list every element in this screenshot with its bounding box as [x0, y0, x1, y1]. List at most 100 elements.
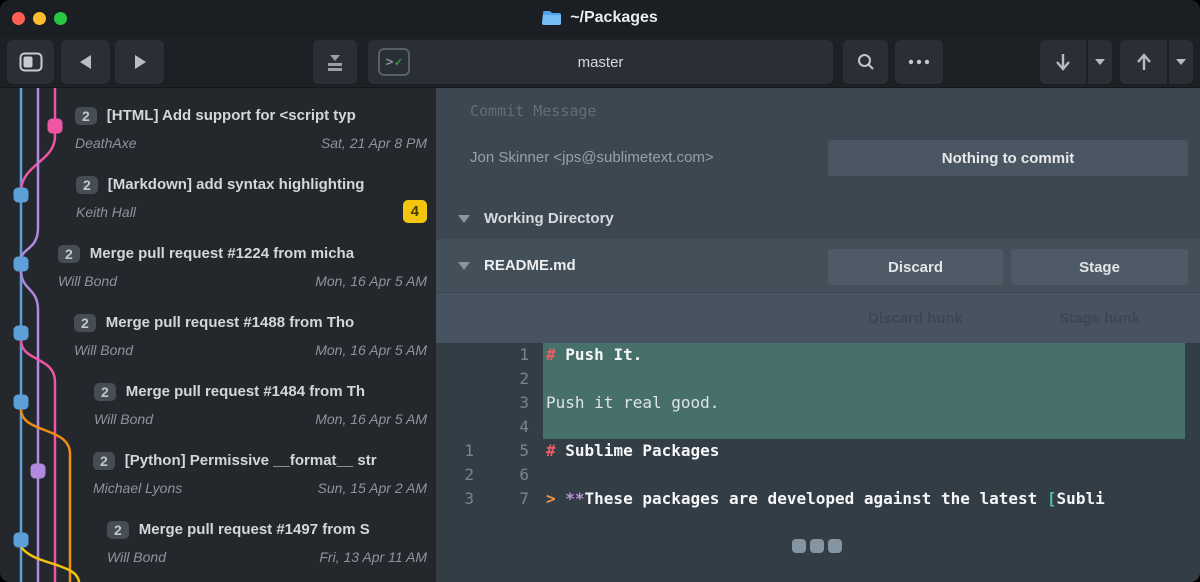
back-button[interactable] [61, 40, 110, 84]
sidebar-toggle-icon [19, 52, 43, 72]
syntax-token: Push It. [556, 345, 643, 364]
commit-parent-count-badge: 2 [107, 521, 129, 539]
commit-author: Michael Lyons [93, 480, 182, 496]
commit-parent-count-badge: 2 [75, 107, 97, 125]
commit-author-label: Jon Skinner <jps@sublimetext.com> [470, 149, 714, 166]
forward-arrow-icon [133, 54, 147, 70]
search-button[interactable] [843, 40, 888, 84]
push-button[interactable] [1120, 40, 1167, 84]
diff-line[interactable]: 3 Push it real good. [436, 391, 1200, 415]
commit-row[interactable]: 2 Merge pull request #1497 from S Will Bon… [0, 516, 436, 572]
syntax-token: Push it real good. [546, 393, 719, 412]
terminal-status-icon: >✓ [378, 48, 410, 76]
push-up-arrow-icon [1136, 53, 1152, 71]
diff-line[interactable]: 2 [436, 367, 1200, 391]
diff-view: 1# Push It.23 Push it real good. 415 # Subl… [436, 343, 1200, 582]
stash-button[interactable] [313, 40, 357, 84]
window-title: ~/Packages [570, 9, 658, 27]
commit-parent-count-badge: 2 [94, 383, 116, 401]
syntax-token: Subli [1057, 489, 1105, 508]
app-window: ~/Packages [0, 0, 1200, 582]
ellipsis-icon [908, 59, 930, 65]
commit-count-badge: 4 [403, 200, 427, 223]
commit-row[interactable]: 2 Merge pull request #1224 from micha Will… [0, 240, 436, 296]
branch-selector[interactable]: >✓ master [368, 40, 833, 84]
commit-row[interactable]: 2[Markdown] add syntax highlightingKeith… [0, 171, 436, 227]
discard-hunk-button[interactable]: Discard hunk [828, 293, 1003, 344]
file-row-readme[interactable]: README.md Discard Stage [436, 239, 1200, 292]
chevron-down-icon [1095, 59, 1105, 65]
commit-button[interactable]: Nothing to commit [828, 140, 1188, 176]
more-options-button[interactable] [895, 40, 943, 84]
commit-author: Will Bond [58, 273, 117, 289]
dot-icon [792, 539, 806, 553]
commit-list-panel: 2[HTML] Add support for <script typDeath… [0, 88, 436, 582]
push-options-button[interactable] [1169, 40, 1192, 84]
pull-down-arrow-icon [1055, 53, 1071, 71]
syntax-token: > [546, 489, 565, 508]
commit-title: [HTML] Add support for <script typ [107, 107, 356, 124]
hunk-header-bar: Discard hunk Stage hunk [436, 292, 1200, 343]
new-line-number: 2 [474, 367, 529, 391]
close-window-button[interactable] [12, 12, 25, 25]
commit-title: Merge pull request #1484 from Th [126, 383, 365, 400]
chevron-down-icon [1176, 59, 1186, 65]
syntax-token: ** [565, 489, 584, 508]
back-arrow-icon [79, 54, 93, 70]
code-text: # Sublime Packages [543, 439, 1185, 463]
pull-button[interactable] [1040, 40, 1086, 84]
commit-date: Mon, 16 Apr 5 AM [315, 342, 427, 358]
zoom-window-button[interactable] [54, 12, 67, 25]
pull-button-group [1040, 40, 1112, 84]
commit-message-area: Commit Message Jon Skinner <jps@sublimet… [436, 88, 1200, 198]
forward-button[interactable] [115, 40, 164, 84]
diff-line[interactable]: 26 [436, 463, 1200, 487]
commit-row[interactable]: 2[HTML] Add support for <script typDeath… [0, 102, 436, 158]
commit-row[interactable]: 2Merge pull request #1488 from ThoWill B… [0, 309, 436, 365]
diff-line[interactable]: 1# Push It. [436, 343, 1200, 367]
stage-hunk-button[interactable]: Stage hunk [1011, 293, 1188, 344]
working-directory-label: Working Directory [484, 210, 614, 227]
toggle-sidebar-button[interactable] [7, 40, 54, 84]
commit-author: Will Bond [74, 342, 133, 358]
code-text: Push it real good. [543, 391, 1185, 415]
commit-author: Keith Hall [76, 204, 136, 220]
commit-row[interactable]: 2[Python] Permissive __format__ strMicha… [0, 447, 436, 503]
syntax-token: [ [1047, 489, 1057, 508]
diff-line[interactable]: 15 # Sublime Packages [436, 439, 1200, 463]
push-button-group [1120, 40, 1193, 84]
commit-date: Sun, 15 Apr 2 AM [318, 480, 427, 496]
commit-parent-count-badge: 2 [93, 452, 115, 470]
dot-icon [810, 539, 824, 553]
stage-file-button[interactable]: Stage [1011, 249, 1188, 285]
pull-options-button[interactable] [1088, 40, 1112, 84]
toolbar: >✓ master [0, 36, 1200, 88]
commit-title: Merge pull request #1497 from S [139, 521, 370, 538]
discard-file-button[interactable]: Discard [828, 249, 1003, 285]
commit-title: Merge pull request #1224 from micha [90, 245, 354, 262]
syntax-token: # [546, 441, 556, 460]
commit-message-input[interactable]: Commit Message [470, 102, 596, 120]
commit-date: Mon, 16 Apr 5 AM [315, 411, 427, 427]
new-line-number: 3 [474, 391, 529, 415]
commit-date: Sat, 21 Apr 8 PM [321, 135, 427, 151]
current-branch-label: master [578, 54, 624, 71]
new-line-number: 5 [474, 439, 529, 463]
old-line-number: 1 [436, 439, 474, 463]
commit-author: Will Bond [107, 549, 166, 565]
commit-parent-count-badge: 2 [58, 245, 80, 263]
commit-title: Merge pull request #1488 from Tho [106, 314, 354, 331]
commit-row[interactable]: 2Merge pull request #1484 from ThWill Bo… [0, 378, 436, 434]
commit-title: [Markdown] add syntax highlighting [108, 176, 365, 193]
working-directory-header[interactable]: Working Directory [436, 198, 1200, 239]
commit-detail-panel: Commit Message Jon Skinner <jps@sublimet… [436, 88, 1200, 582]
new-line-number: 7 [474, 487, 529, 511]
window-title-group: ~/Packages [542, 9, 658, 27]
syntax-token: These packages are developed against the… [585, 489, 1047, 508]
diff-line[interactable]: 37> **These packages are developed again… [436, 487, 1200, 511]
minimize-window-button[interactable] [33, 12, 46, 25]
diff-line[interactable]: 4 [436, 415, 1200, 439]
syntax-token: Sublime Packages [556, 441, 720, 460]
more-lines-indicator [792, 539, 842, 553]
dot-icon [828, 539, 842, 553]
